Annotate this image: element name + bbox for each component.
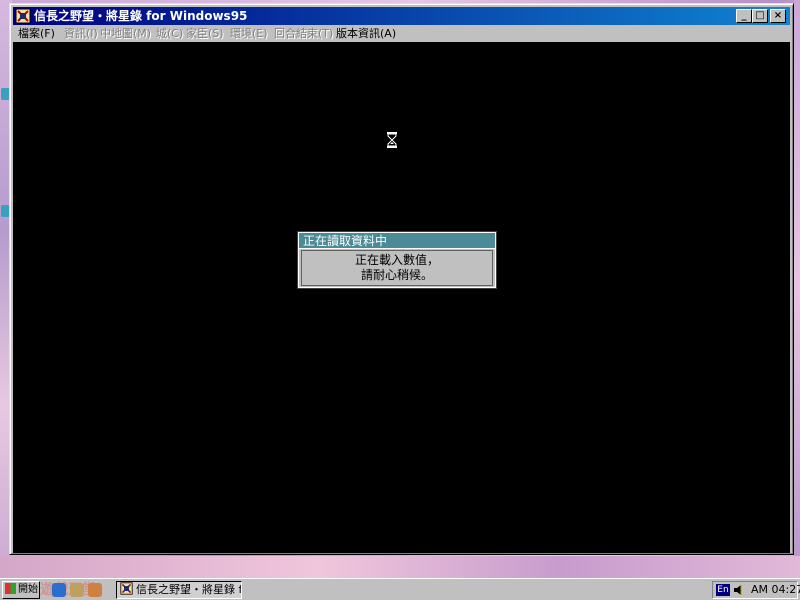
windows-logo-icon: [5, 583, 16, 594]
internet-explorer-icon[interactable]: [52, 583, 66, 597]
speaker-icon[interactable]: [733, 584, 743, 596]
window-title: 信長之野望・將星錄 for Windows95: [34, 9, 248, 23]
clock[interactable]: AM 04:27: [751, 582, 800, 598]
minimize-button[interactable]: _: [736, 9, 752, 23]
app-icon[interactable]: [15, 8, 31, 24]
start-label: 開始: [18, 584, 38, 595]
start-button[interactable]: 開始: [2, 581, 40, 599]
taskbar-app-button[interactable]: 信長之野望・將星錄 for...: [116, 581, 242, 599]
menu-bar: 檔案(F) 資訊(I) 中地圖(M) 城(C) 家臣(S) 環境(E) 回合結束…: [13, 26, 790, 42]
title-bar[interactable]: 信長之野望・將星錄 for Windows95 _ □ ×: [13, 7, 790, 25]
desktop-background-right: [794, 0, 800, 578]
close-button[interactable]: ×: [770, 9, 786, 23]
game-canvas[interactable]: [13, 42, 790, 553]
minimize-icon: _: [741, 10, 747, 21]
outlook-express-icon[interactable]: [70, 583, 84, 597]
menu-retainers[interactable]: 家臣(S): [186, 26, 224, 42]
dialog-message-line: 正在載入數值，: [354, 253, 439, 267]
maximize-icon: □: [755, 10, 765, 21]
taskbar-app-label: 信長之野望・將星錄 for...: [136, 583, 242, 596]
menu-environment[interactable]: 環境(E): [230, 26, 268, 42]
desktop-background-bottom: [0, 556, 800, 578]
menu-about[interactable]: 版本資訊(A): [336, 26, 396, 42]
menu-end-turn[interactable]: 回合結束(T): [274, 26, 333, 42]
taskbar: 開始 遊戲天堂 信長之野望・將星錄 for... En AM 04:27: [0, 578, 800, 600]
dialog-message-line: 請耐心稍候。: [360, 268, 433, 282]
dialog-message: 正在載入數值， 請耐心稍候。: [301, 250, 493, 286]
dialog-title: 正在讀取資料中: [299, 233, 495, 249]
show-desktop-icon[interactable]: [88, 583, 102, 597]
loading-dialog: 正在讀取資料中 正在載入數值， 請耐心稍候。: [297, 231, 497, 289]
maximize-button[interactable]: □: [752, 9, 768, 23]
ime-indicator[interactable]: En: [716, 584, 730, 596]
menu-castle[interactable]: 城(C): [156, 26, 183, 42]
menu-file[interactable]: 檔案(F): [18, 26, 55, 42]
menu-info[interactable]: 資訊(I): [64, 26, 98, 42]
hourglass-cursor-icon: [387, 132, 397, 148]
menu-midmap[interactable]: 中地圖(M): [100, 26, 151, 42]
app-icon: [120, 582, 133, 595]
close-icon: ×: [773, 10, 783, 21]
system-tray: En AM 04:27: [712, 581, 800, 599]
